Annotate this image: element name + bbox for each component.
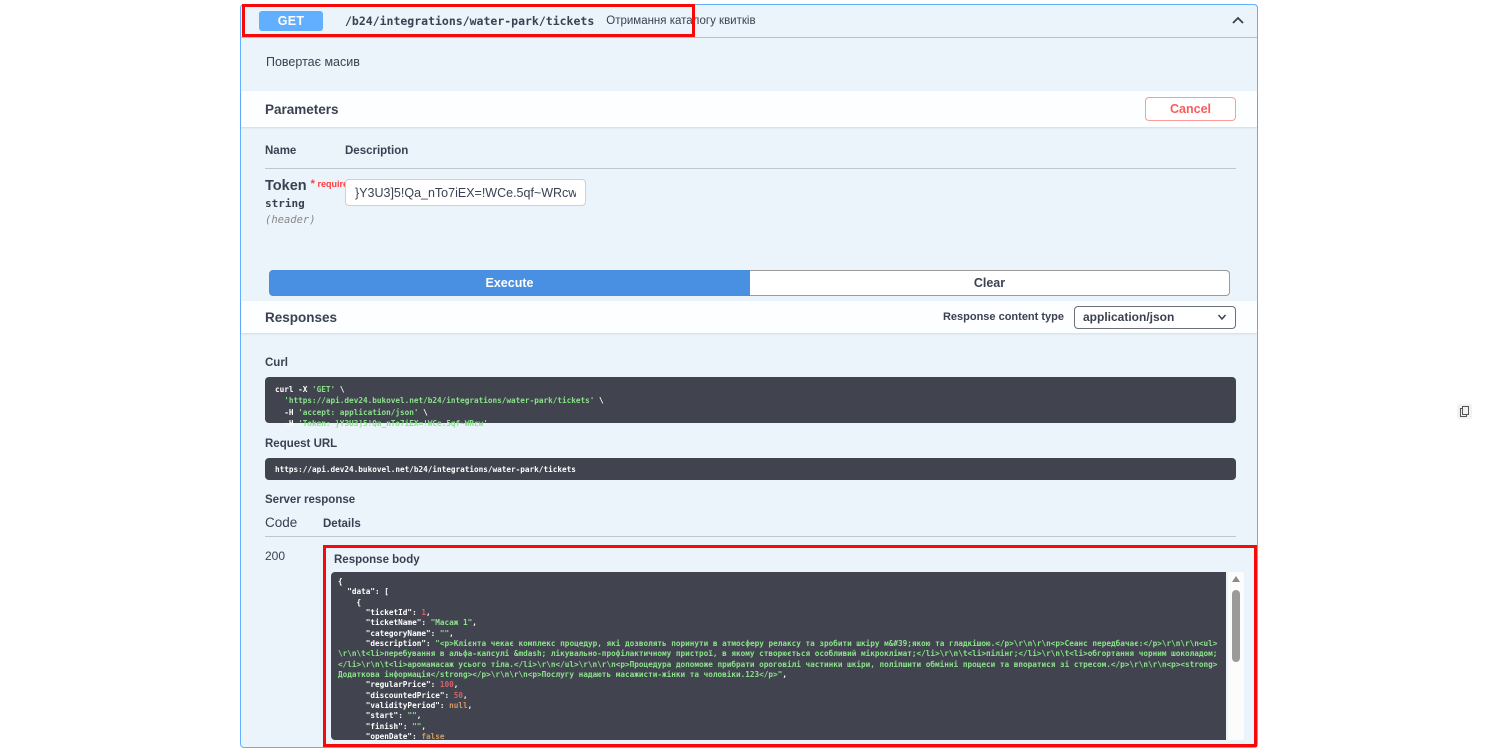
request-url-value: https://api.dev24.bukovel.net/b24/integr… [265, 458, 1236, 480]
curl-command: curl -X 'GET' \ 'https://api.dev24.bukov… [265, 377, 1236, 423]
parameters-title: Parameters [265, 102, 339, 117]
copy-to-clipboard-button[interactable] [1457, 404, 1472, 419]
response-body-json: { "data": [ { "ticketId": 1, "ticketName… [331, 572, 1226, 740]
token-value-cell [345, 176, 586, 246]
content-type-value: application/json [1083, 310, 1217, 324]
column-description: Description [345, 145, 408, 161]
endpoint-summary-text: Отримання каталогу квитків [606, 15, 755, 27]
endpoint-description: Повертає масив [241, 38, 1257, 91]
execute-button-group: Execute Clear [269, 270, 1230, 296]
parameters-table-head: Name Description [265, 145, 1236, 161]
token-parameter-row: Token * required string (header) [265, 176, 1236, 246]
token-param-type: string [265, 197, 345, 210]
chevron-down-icon [1217, 312, 1227, 322]
responses-section-header: Responses Response content type applicat… [241, 301, 1257, 333]
endpoint-path: /b24/integrations/water-park/tickets [345, 14, 594, 28]
divider [265, 536, 1236, 537]
token-name-cell: Token * required string (header) [265, 176, 345, 246]
parameters-section-header: Parameters Cancel [241, 91, 1257, 127]
content-type-label: Response content type [943, 311, 1064, 323]
details-column-header: Details [323, 518, 361, 530]
responses-area: Curl curl -X 'GET' \ 'https://api.dev24.… [241, 333, 1257, 747]
responses-title: Responses [265, 310, 337, 325]
column-name: Name [265, 145, 345, 161]
divider [265, 168, 1236, 169]
clear-button[interactable]: Clear [750, 270, 1230, 296]
clipboard-icon [1460, 406, 1469, 417]
http-method-badge: GET [259, 11, 323, 31]
request-url-label: Request URL [265, 438, 1236, 450]
token-param-location: (header) [265, 214, 345, 226]
content-type-select[interactable]: application/json [1074, 306, 1236, 329]
token-param-name: Token * required [265, 178, 345, 194]
response-body-scrollbar[interactable] [1228, 572, 1244, 740]
code-column-header: Code [265, 515, 323, 530]
execute-button[interactable]: Execute [269, 270, 750, 296]
scroll-up-arrow-icon[interactable] [1232, 576, 1240, 582]
collapse-button[interactable] [1231, 14, 1245, 28]
response-table-head: Code Details [265, 515, 1236, 530]
api-endpoint-block: GET /b24/integrations/water-park/tickets… [240, 4, 1258, 748]
chevron-up-icon [1231, 14, 1245, 28]
token-input[interactable] [345, 179, 586, 206]
parameters-table: Name Description Token * required string… [241, 127, 1257, 301]
curl-label: Curl [265, 357, 1236, 369]
scrollbar-thumb[interactable] [1232, 590, 1240, 662]
endpoint-summary[interactable]: GET /b24/integrations/water-park/tickets… [241, 5, 1257, 38]
server-response-label: Server response [265, 494, 1236, 506]
response-body-label: Response body [334, 554, 1246, 566]
response-content-type: Response content type application/json [943, 306, 1236, 329]
cancel-button[interactable]: Cancel [1145, 97, 1236, 121]
